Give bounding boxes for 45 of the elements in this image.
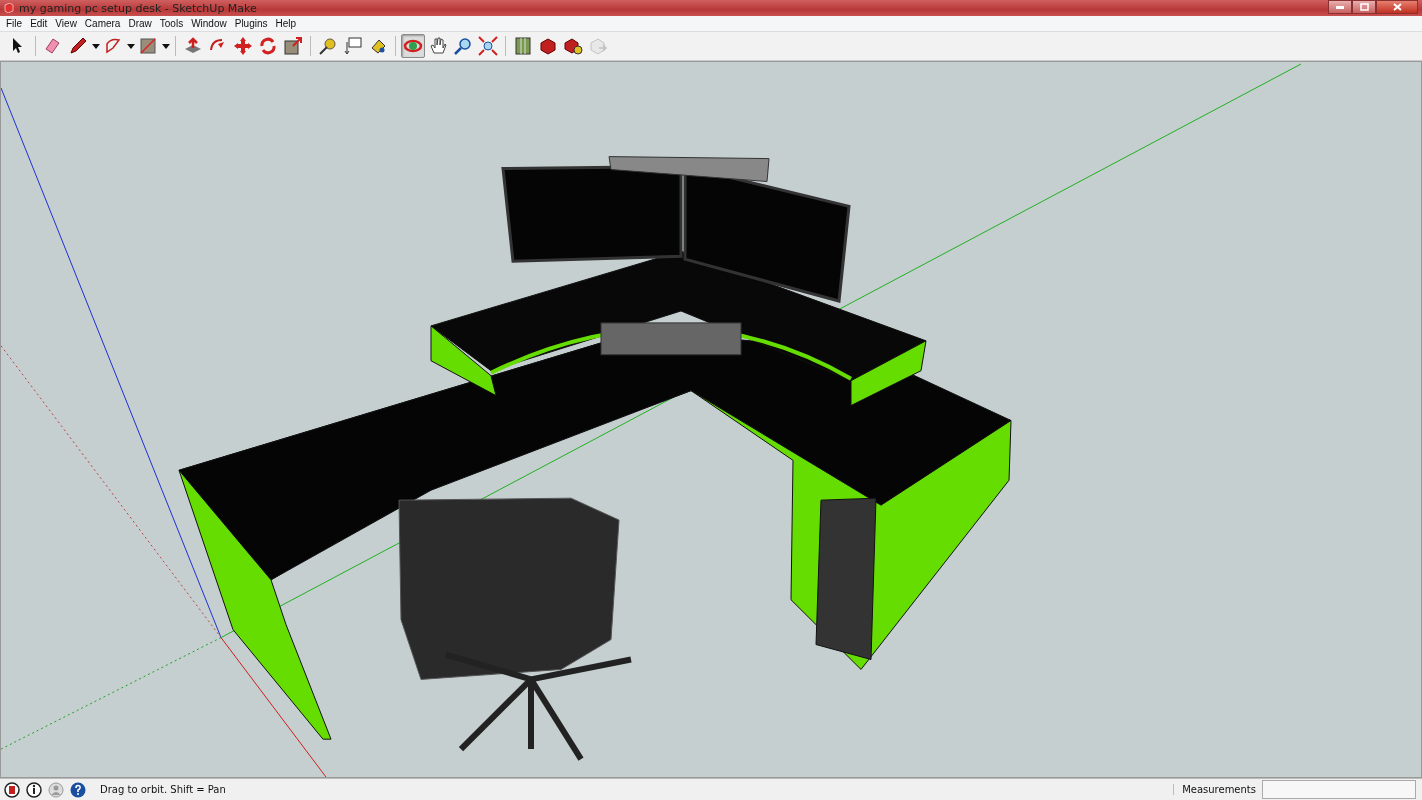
help-icon[interactable] <box>70 781 86 798</box>
menu-item[interactable]: View <box>51 18 81 29</box>
zoom-extents-tool-button[interactable] <box>476 34 500 58</box>
close-icon <box>1392 3 1402 11</box>
status-hint: Drag to orbit. Shift = Pan <box>100 784 227 795</box>
menu-item[interactable]: Camera <box>80 18 125 29</box>
menu-item[interactable]: Edit <box>26 18 52 29</box>
caret-icon <box>91 43 100 49</box>
pencil-icon <box>68 36 88 56</box>
menu-item[interactable]: Plugins <box>230 18 272 29</box>
zoom-extents-icon <box>478 36 498 56</box>
cube-icon <box>538 36 558 56</box>
text-icon <box>343 36 363 56</box>
scale-tool-button[interactable] <box>281 34 305 58</box>
restore-icon <box>1359 3 1369 11</box>
window-title: my gaming pc setup desk - SketchUp Make <box>19 1 258 15</box>
tape-measure-icon <box>318 36 338 56</box>
measurements-label: Measurements <box>1173 784 1256 795</box>
app-icon <box>4 3 14 13</box>
close-button[interactable] <box>1376 0 1418 14</box>
export-icon <box>588 36 608 56</box>
menu-item[interactable]: Draw <box>124 18 156 29</box>
map-icon <box>513 36 533 56</box>
scale-icon <box>283 36 303 56</box>
push-pull-icon <box>183 36 203 56</box>
measurements-field[interactable] <box>1262 780 1416 799</box>
orbit-tool-button[interactable] <box>401 34 425 58</box>
move-icon <box>233 36 253 56</box>
zoom-icon <box>453 36 473 56</box>
model-viewport[interactable] <box>0 61 1422 778</box>
info-icon[interactable] <box>26 781 42 798</box>
menu-item[interactable]: Tools <box>155 18 188 29</box>
caret-icon <box>161 43 170 49</box>
rectangle-icon <box>138 36 158 56</box>
hand-icon <box>428 36 448 56</box>
menu-item[interactable]: Window <box>187 18 231 29</box>
cube-icon <box>563 36 583 56</box>
menu-item[interactable]: Help <box>271 18 301 29</box>
minimize-icon <box>1336 5 1344 9</box>
menu-item[interactable]: File <box>2 18 27 29</box>
caret-icon <box>126 43 135 49</box>
minimize-button[interactable] <box>1328 0 1352 14</box>
arc-icon <box>103 36 123 56</box>
rotate-icon <box>258 36 278 56</box>
restore-button[interactable] <box>1352 0 1376 14</box>
